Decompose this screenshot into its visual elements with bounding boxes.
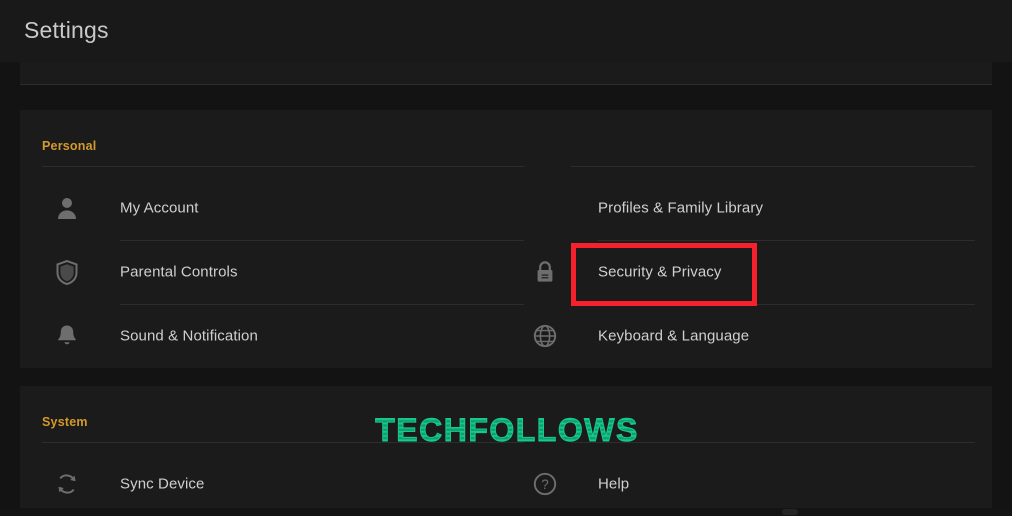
row-divider [598, 304, 975, 305]
row-divider [598, 240, 975, 241]
sync-icon [54, 471, 80, 497]
settings-card-personal: Personal My Account Parental Controls So… [20, 110, 992, 368]
section-heading-system: System [42, 415, 88, 429]
settings-row-label: My Account [120, 199, 199, 217]
settings-row-label: Sync Device [120, 475, 205, 493]
settings-row-sound-notification[interactable]: Sound & Notification [42, 304, 524, 368]
settings-row-label: Parental Controls [120, 263, 238, 281]
settings-row-security-privacy[interactable]: Security & Privacy [520, 240, 975, 304]
settings-row-parental-controls[interactable]: Parental Controls [42, 240, 524, 304]
horizontal-scrollbar-track[interactable] [0, 508, 1012, 516]
page-title: Settings [24, 17, 109, 43]
watermark-techfollows: TECHFOLLOWS TECHFOLLOWS [357, 410, 657, 450]
settings-row-label: Help [598, 475, 630, 493]
bell-icon [54, 323, 80, 349]
section-divider-right [571, 166, 975, 167]
settings-row-label: Keyboard & Language [598, 327, 750, 345]
person-icon [54, 195, 80, 221]
globe-icon [532, 323, 558, 349]
settings-row-sync-device[interactable]: Sync Device [42, 452, 524, 516]
shield-icon [54, 259, 80, 285]
section-heading-personal: Personal [42, 139, 97, 153]
svg-text:TECHFOLLOWS: TECHFOLLOWS [375, 412, 639, 448]
settings-row-my-account[interactable]: My Account [42, 176, 524, 240]
settings-row-label: Sound & Notification [120, 327, 258, 345]
settings-screen: Settings Alexa Personal [0, 0, 1012, 516]
row-divider [20, 84, 992, 85]
horizontal-scrollbar-thumb[interactable] [782, 509, 798, 515]
settings-row-help[interactable]: ? Help [520, 452, 975, 516]
settings-row-label: Security & Privacy [598, 263, 722, 281]
row-divider [120, 304, 524, 305]
settings-card-system: System Sync Device ? Help [20, 386, 992, 516]
app-header: Settings [0, 0, 1012, 62]
section-divider-left [42, 166, 524, 167]
help-circle-icon: ? [532, 471, 558, 497]
settings-row-keyboard-language[interactable]: Keyboard & Language [520, 304, 975, 368]
settings-row-label: Profiles & Family Library [598, 199, 764, 217]
settings-row-profiles-family-library[interactable]: Profiles & Family Library [520, 176, 975, 240]
svg-text:?: ? [541, 477, 549, 492]
row-divider [120, 240, 524, 241]
lock-icon [532, 259, 558, 285]
